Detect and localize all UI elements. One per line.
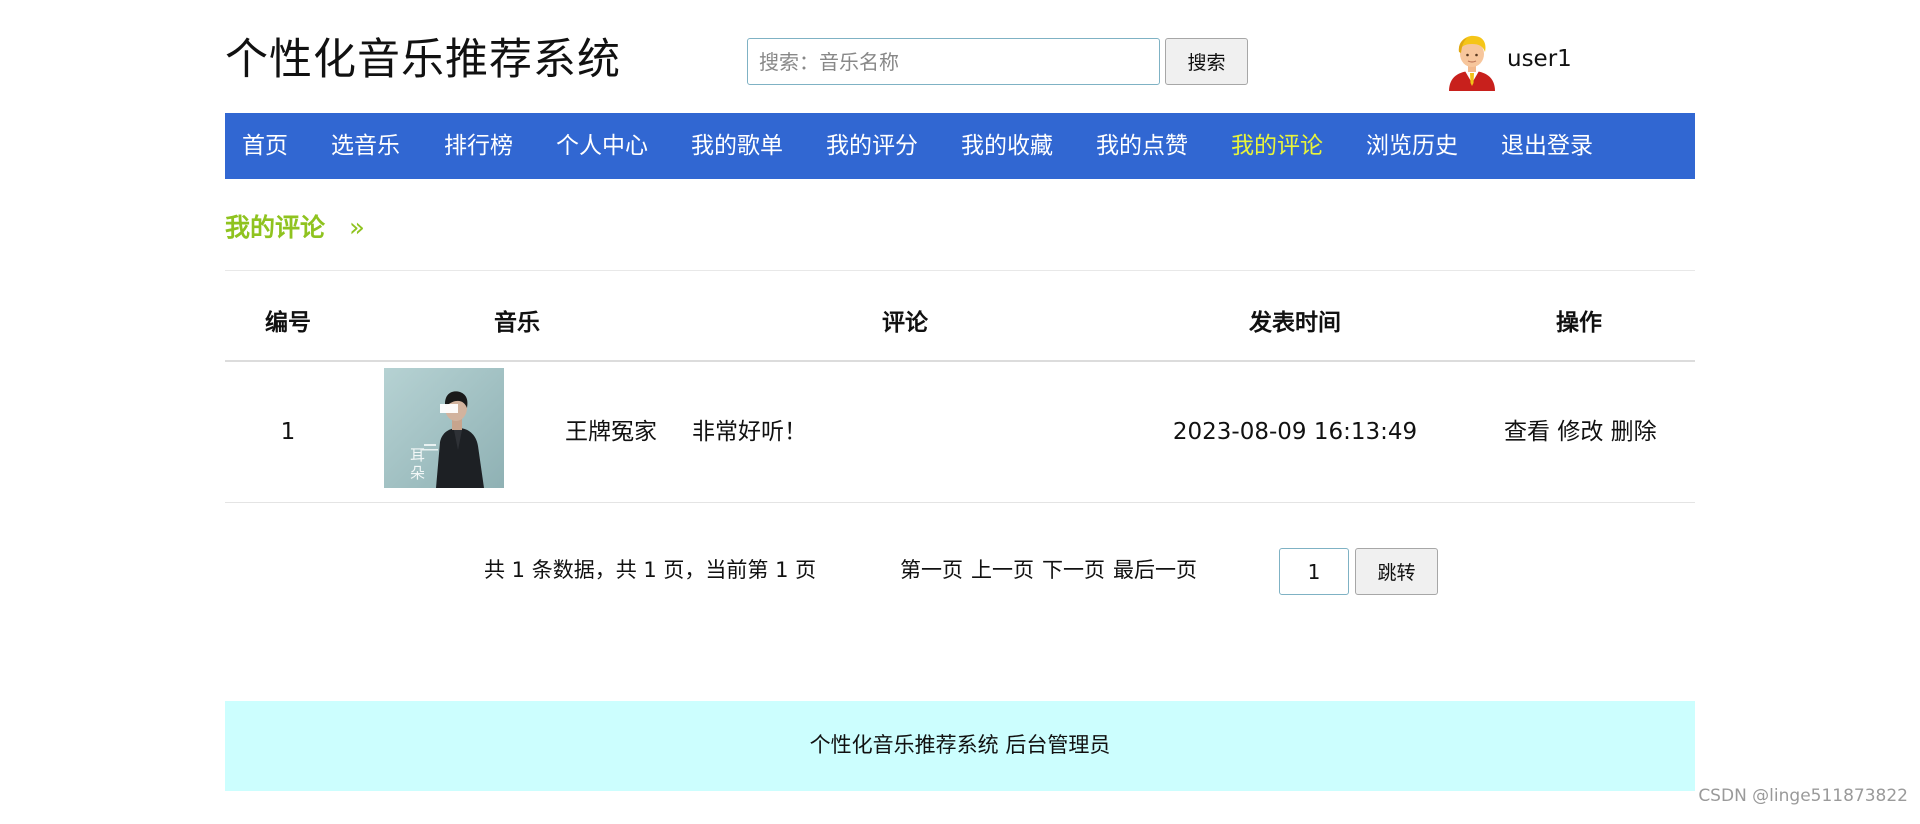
first-page-link[interactable]: 第一页 [900, 555, 963, 585]
album-cover-text: 耳朵 [410, 446, 426, 482]
column-header-time: 发表时间 [1249, 310, 1341, 336]
search-input[interactable] [747, 38, 1160, 85]
album-cover-image[interactable]: 耳朵 [384, 368, 504, 488]
nav-item-history[interactable]: 浏览历史 [1366, 113, 1458, 179]
user-avatar-icon [1443, 33, 1501, 91]
search-button[interactable]: 搜索 [1165, 38, 1248, 85]
divider [225, 270, 1695, 271]
column-header-music: 音乐 [494, 310, 540, 336]
double-chevron-right-icon: » [349, 213, 365, 243]
nav-item-likes[interactable]: 我的点赞 [1096, 113, 1188, 179]
row-actions: 查看 修改 删除 [1504, 415, 1657, 449]
comment-text: 非常好听！ [692, 419, 807, 445]
column-header-comment: 评论 [882, 310, 928, 336]
pagination-summary: 共 1 条数据，共 1 页，当前第 1 页 [484, 558, 817, 582]
footer: 个性化音乐推荐系统 后台管理员 [225, 701, 1695, 791]
last-page-link[interactable]: 最后一页 [1113, 555, 1197, 585]
watermark: CSDN @linge511873822 [1698, 786, 1908, 806]
music-name[interactable]: 王牌冤家 [565, 415, 657, 449]
main-nav: 首页 选音乐 排行榜 个人中心 我的歌单 我的评分 我的收藏 我的点赞 我的评论… [225, 113, 1695, 179]
nav-item-ranking[interactable]: 排行榜 [444, 113, 513, 179]
publish-time: 2023-08-09 16:13:49 [1172, 419, 1418, 445]
jump-button[interactable]: 跳转 [1355, 548, 1438, 595]
prev-page-link[interactable]: 上一页 [971, 555, 1034, 585]
nav-item-playlists[interactable]: 我的歌单 [691, 113, 783, 179]
next-page-link[interactable]: 下一页 [1042, 555, 1105, 585]
username[interactable]: user1 [1507, 44, 1572, 74]
table-header-divider [225, 360, 1695, 362]
page-title: 我的评论 [225, 213, 326, 242]
site-title: 个性化音乐推荐系统 [225, 35, 621, 85]
nav-item-select-music[interactable]: 选音乐 [331, 113, 400, 179]
nav-item-personal[interactable]: 个人中心 [556, 113, 648, 179]
row-id: 1 [280, 419, 296, 445]
footer-text: 个性化音乐推荐系统 后台管理员 [809, 733, 1111, 757]
edit-link[interactable]: 修改 [1557, 419, 1603, 445]
nav-item-favorites[interactable]: 我的收藏 [961, 113, 1053, 179]
column-header-id: 编号 [265, 310, 311, 336]
nav-item-home[interactable]: 首页 [242, 113, 288, 179]
row-divider [225, 502, 1695, 503]
nav-item-ratings[interactable]: 我的评分 [826, 113, 918, 179]
view-link[interactable]: 查看 [1504, 419, 1550, 445]
delete-link[interactable]: 删除 [1611, 419, 1657, 445]
nav-item-logout[interactable]: 退出登录 [1501, 113, 1593, 179]
nav-item-comments[interactable]: 我的评论 [1231, 113, 1323, 179]
column-header-ops: 操作 [1556, 310, 1602, 336]
page-number-input[interactable] [1279, 548, 1349, 595]
